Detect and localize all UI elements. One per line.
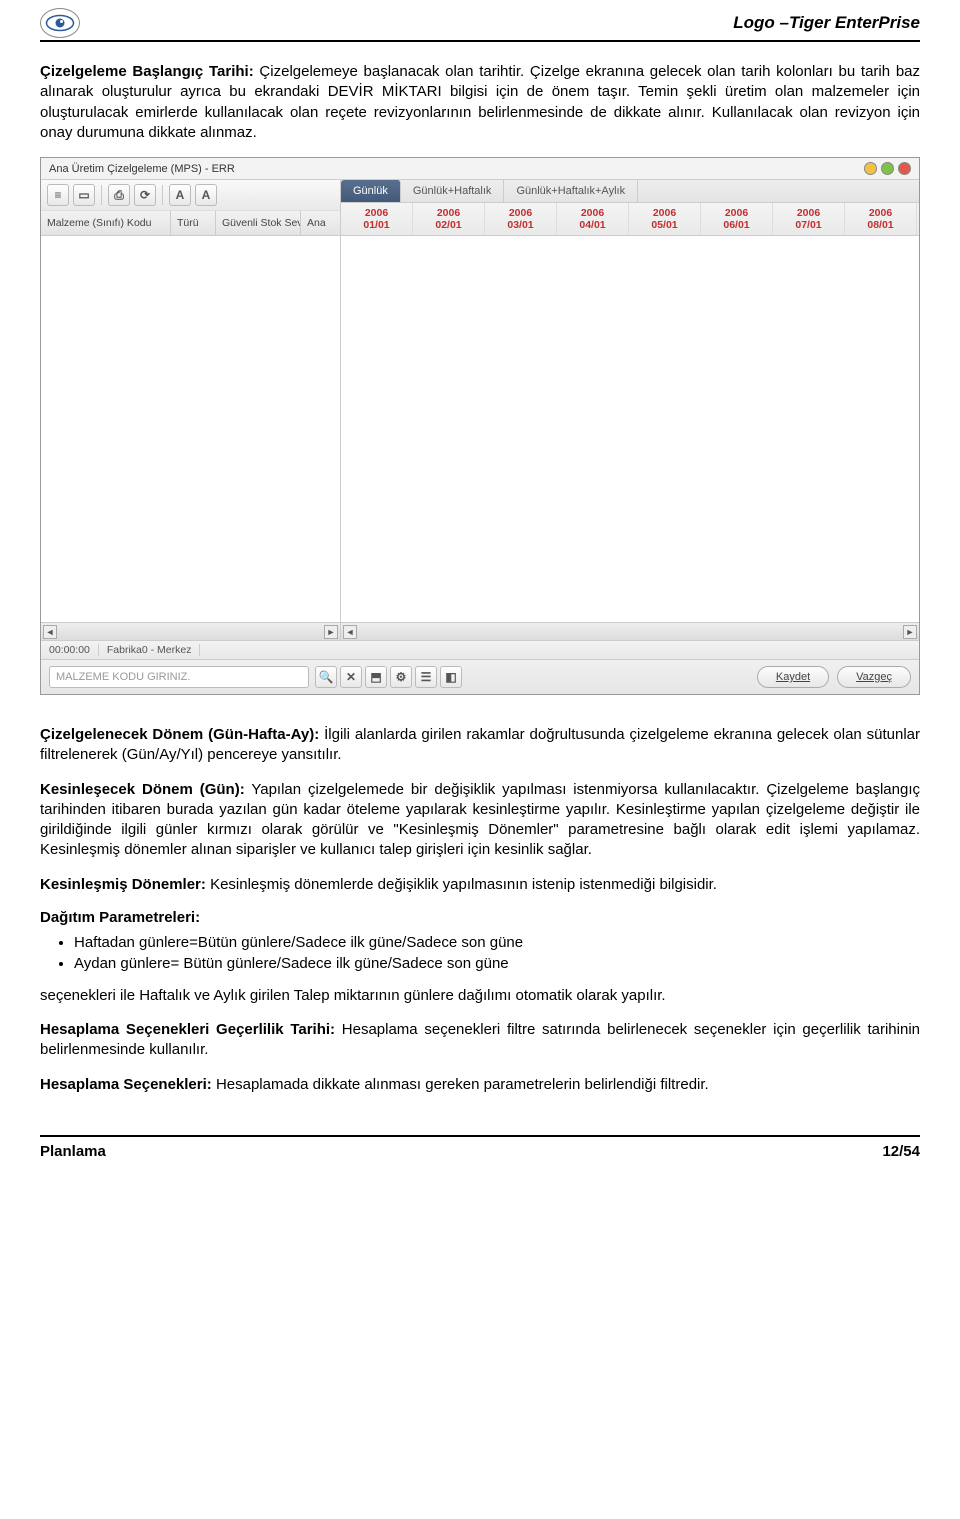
date-col-4[interactable]: 200604/01: [557, 203, 629, 235]
toolbar-sep: [101, 185, 102, 205]
status-time: 00:00:00: [49, 644, 99, 656]
label-calc-options: Hesaplama Seçenekleri:: [40, 1076, 212, 1093]
period-tabs: Günlük Günlük+Haftalık Günlük+Haftalık+A…: [341, 180, 919, 203]
bottom-bar: MALZEME KODU GIRINIZ. 🔍 ✕ ⬒ ⚙ ☰ ◧ Kaydet…: [41, 659, 919, 694]
text-calc-options: Hesaplamada dikkate alınması gereken par…: [212, 1076, 709, 1093]
date-col-5[interactable]: 200605/01: [629, 203, 701, 235]
list-item: Haftadan günlere=Bütün günlere/Sadece il…: [74, 934, 920, 951]
text-frozen: Kesinleşmiş dönemlerde değişiklik yapılm…: [206, 876, 717, 893]
col-safety-stock[interactable]: Güvenli Stok Seviyesi (a): [216, 211, 301, 235]
paragraph-distribution-note: seçenekleri ile Haftalık ve Aylık girile…: [40, 986, 920, 1006]
right-data-area[interactable]: [341, 236, 919, 622]
tool4-icon[interactable]: ◧: [440, 666, 462, 688]
col-ana[interactable]: Ana: [301, 211, 339, 235]
label-start-date: Çizelgeleme Başlangıç Tarihi:: [40, 63, 254, 80]
label-freeze: Kesinleşecek Dönem (Gün):: [40, 781, 245, 798]
date-col-6[interactable]: 200606/01: [701, 203, 773, 235]
titlebar: Ana Üretim Çizelgeleme (MPS) - ERR: [41, 158, 919, 180]
window-controls: [864, 162, 911, 175]
paragraph-period: Çizelgelenecek Dönem (Gün-Hafta-Ay): İlg…: [40, 725, 920, 766]
lookup-icon[interactable]: 🔍: [315, 666, 337, 688]
tool1-icon[interactable]: ⬒: [365, 666, 387, 688]
bottom-small-buttons: 🔍 ✕ ⬒ ⚙ ☰ ◧: [315, 666, 462, 688]
heading-distribution: Dağıtım Parametreleri:: [40, 909, 920, 926]
brand-title: Logo –Tiger EnterPrise: [733, 13, 920, 33]
toolbar-btn-list-icon[interactable]: ≡: [47, 184, 69, 206]
toolbar-btn-doc-icon[interactable]: ▭: [73, 184, 95, 206]
date-col-2[interactable]: 200602/01: [413, 203, 485, 235]
paragraph-start-date: Çizelgeleme Başlangıç Tarihi: Çizelgelem…: [40, 62, 920, 143]
label-calc-validity: Hesaplama Seçenekleri Geçerlilik Tarihi:: [40, 1021, 335, 1038]
search-placeholder: MALZEME KODU GIRINIZ.: [56, 671, 190, 683]
tool3-icon[interactable]: ☰: [415, 666, 437, 688]
close-icon[interactable]: [898, 162, 911, 175]
tool2-icon[interactable]: ⚙: [390, 666, 412, 688]
scroll-left-icon[interactable]: ◄: [343, 625, 357, 639]
distribution-list: Haftadan günlere=Bütün günlere/Sadece il…: [74, 934, 920, 972]
list-item: Aydan günlere= Bütün günlere/Sadece ilk …: [74, 955, 920, 972]
action-buttons: Kaydet Vazgeç: [757, 666, 911, 688]
paragraph-calc-options: Hesaplama Seçenekleri: Hesaplamada dikka…: [40, 1075, 920, 1095]
toolbar-btn-refresh-icon[interactable]: ⟳: [134, 184, 156, 206]
scroll-right-icon[interactable]: ►: [903, 625, 917, 639]
toolbar-sep: [162, 185, 163, 205]
scroll-right-icon[interactable]: ►: [324, 625, 338, 639]
right-pane: Günlük Günlük+Haftalık Günlük+Haftalık+A…: [341, 180, 919, 640]
search-input[interactable]: MALZEME KODU GIRINIZ.: [49, 666, 309, 688]
status-bar: 00:00:00 Fabrika0 - Merkez: [41, 640, 919, 659]
scroll-left-icon[interactable]: ◄: [43, 625, 57, 639]
col-material-code[interactable]: Malzeme (Sınıfı) Kodu: [41, 211, 171, 235]
logo-eye-icon: [40, 8, 80, 38]
save-button[interactable]: Kaydet: [757, 666, 829, 688]
date-col-1[interactable]: 200601/01: [341, 203, 413, 235]
toolbar-btn-print-icon[interactable]: ⎙: [108, 184, 130, 206]
col-type[interactable]: Türü: [171, 211, 216, 235]
tab-daily[interactable]: Günlük: [341, 180, 401, 202]
tab-daily-weekly[interactable]: Günlük+Haftalık: [401, 180, 505, 202]
page-header: Logo –Tiger EnterPrise: [40, 0, 920, 42]
footer-left: Planlama: [40, 1143, 106, 1160]
left-toolbar: ≡ ▭ ⎙ ⟳ A A: [41, 180, 340, 211]
date-col-7[interactable]: 200607/01: [773, 203, 845, 235]
left-pane: ≡ ▭ ⎙ ⟳ A A Malzeme (Sınıfı) Kodu Türü G…: [41, 180, 341, 640]
date-col-3[interactable]: 200603/01: [485, 203, 557, 235]
window-title: Ana Üretim Çizelgeleme (MPS) - ERR: [49, 163, 235, 175]
left-data-area[interactable]: [41, 236, 340, 622]
paragraph-calc-validity: Hesaplama Seçenekleri Geçerlilik Tarihi:…: [40, 1020, 920, 1061]
toolbar-btn-font-a2-icon[interactable]: A: [195, 184, 217, 206]
status-location: Fabrika0 - Merkez: [107, 644, 201, 656]
footer-page-number: 12/54: [882, 1143, 920, 1160]
maximize-icon[interactable]: [881, 162, 894, 175]
date-headers: 200601/01 200602/01 200603/01 200604/01 …: [341, 203, 919, 236]
minimize-icon[interactable]: [864, 162, 877, 175]
left-column-headers: Malzeme (Sınıfı) Kodu Türü Güvenli Stok …: [41, 211, 340, 236]
clear-icon[interactable]: ✕: [340, 666, 362, 688]
label-period: Çizelgelenecek Dönem (Gün-Hafta-Ay):: [40, 726, 319, 743]
paragraph-freeze-period: Kesinleşecek Dönem (Gün): Yapılan çizelg…: [40, 780, 920, 861]
tab-daily-weekly-monthly[interactable]: Günlük+Haftalık+Aylık: [504, 180, 638, 202]
left-hscroll[interactable]: ◄ ►: [41, 622, 340, 640]
paragraph-frozen-periods: Kesinleşmiş Dönemler: Kesinleşmiş döneml…: [40, 875, 920, 895]
right-hscroll[interactable]: ◄ ►: [341, 622, 919, 640]
cancel-button[interactable]: Vazgeç: [837, 666, 911, 688]
date-col-8[interactable]: 200608/01: [845, 203, 917, 235]
app-window: Ana Üretim Çizelgeleme (MPS) - ERR ≡ ▭ ⎙…: [40, 157, 920, 695]
label-frozen: Kesinleşmiş Dönemler:: [40, 876, 206, 893]
toolbar-btn-font-a-icon[interactable]: A: [169, 184, 191, 206]
page-footer: Planlama 12/54: [40, 1135, 920, 1160]
